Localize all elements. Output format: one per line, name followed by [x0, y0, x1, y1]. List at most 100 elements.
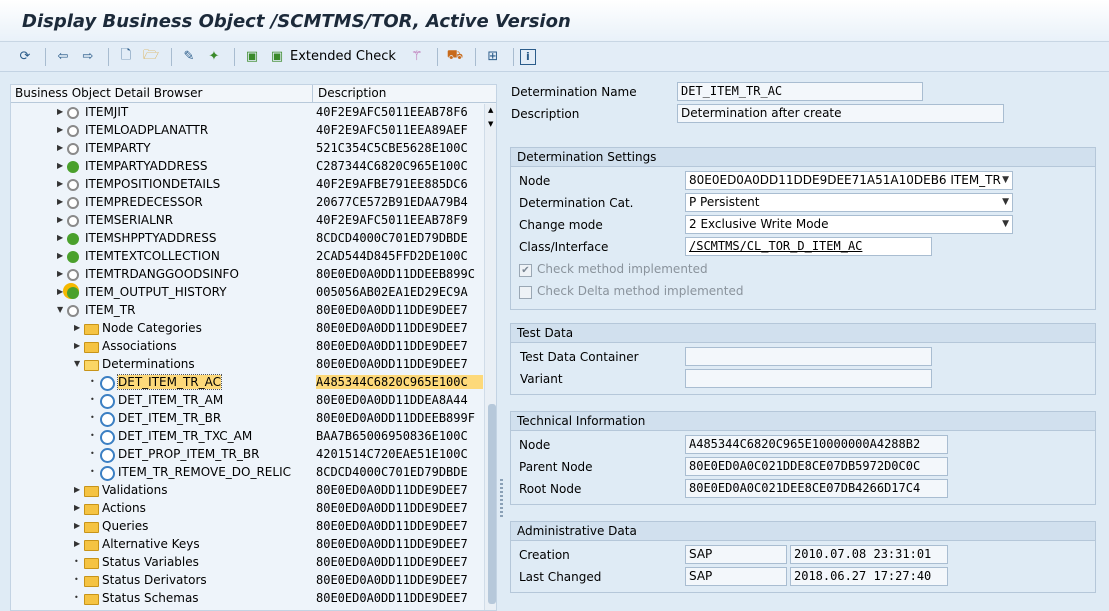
tree-row[interactable]: ▶ ITEMLOADPLANATTR 40F2E9AFC5011EEA89AEF	[11, 122, 483, 140]
check-delta-checkbox[interactable]	[519, 286, 532, 299]
tree-row[interactable]: • Status Variables 80E0ED0A0DD11DDE9DEE7	[11, 554, 483, 572]
determination-cat-dropdown[interactable]: P Persistent ▼	[685, 193, 1013, 212]
check-icon[interactable]: ▣	[241, 46, 263, 68]
tree-node-label[interactable]: DET_ITEM_TR_AM	[118, 393, 223, 407]
tree-row[interactable]: ▶ ITEMPARTY 521C354C5CBE5628E100C	[11, 140, 483, 158]
expand-icon[interactable]: ▶	[57, 269, 65, 279]
expand-icon[interactable]: ▶	[74, 485, 82, 495]
expand-icon[interactable]: ▶	[57, 143, 65, 153]
tree-node-label[interactable]: Actions	[102, 501, 146, 515]
creation-user-field[interactable]: SAP	[685, 545, 787, 564]
tree-scrollbar[interactable]: ▲ ▼	[484, 104, 496, 610]
tree-node-label[interactable]: ITEMPARTYADDRESS	[85, 159, 208, 173]
tree-node-label[interactable]: ITEM_OUTPUT_HISTORY	[85, 285, 227, 299]
hierarchy-icon[interactable]: ⊞	[482, 46, 504, 68]
tree-row[interactable]: • ITEM_TR_REMOVE_DO_RELIC 8CDCD4000C701ED7…	[11, 464, 483, 482]
tree-row[interactable]: • DET_ITEM_TR_AM 80E0ED0A0DD11DDEA8A44	[11, 392, 483, 410]
tree-row[interactable]: • Status Schemas 80E0ED0A0DD11DDE9DEE7	[11, 590, 483, 608]
expand-icon[interactable]: ▶	[57, 251, 65, 261]
collapse-icon[interactable]: ▼	[57, 305, 65, 315]
tree-row[interactable]: ▶ ITEM_OUTPUT_HISTORY 005056AB02EA1ED29EC9…	[11, 284, 483, 302]
expand-icon[interactable]: ▶	[74, 341, 82, 351]
tree-row[interactable]: ▶ Validations 80E0ED0A0DD11DDE9DEE7	[11, 482, 483, 500]
tree-node-label[interactable]: DET_ITEM_TR_AC	[116, 374, 223, 390]
tree-row[interactable]: ▼ ITEM_TR 80E0ED0A0DD11DDE9DEE7	[11, 302, 483, 320]
splitter-grip[interactable]	[500, 479, 503, 519]
tree-row[interactable]: ▶ ITEMTRDANGGOODSINFO 80E0ED0A0DD11DDEEB89…	[11, 266, 483, 284]
tree-node-label[interactable]: DET_ITEM_TR_TXC_AM	[118, 429, 252, 443]
extended-check-button[interactable]: Extended Check	[290, 49, 396, 64]
tree-row[interactable]: • DET_ITEM_TR_TXC_AM BAA7B65006950836E100C	[11, 428, 483, 446]
det-name-field[interactable]: DET_ITEM_TR_AC	[677, 82, 923, 101]
open-folder-icon[interactable]: 🗁	[140, 46, 162, 68]
tree-row[interactable]: ▶ Alternative Keys 80E0ED0A0DD11DDE9DEE7	[11, 536, 483, 554]
expand-icon[interactable]: ▶	[57, 233, 65, 243]
tree-node-label[interactable]: ITEMSERIALNR	[85, 213, 173, 227]
tree-node-label[interactable]: ITEM_TR	[85, 303, 135, 317]
dropdown-arrow-icon[interactable]: ▼	[1002, 194, 1009, 211]
tree-row[interactable]: ▶ ITEMSERIALNR 40F2E9AFC5011EEAB78F9	[11, 212, 483, 230]
expand-icon[interactable]: ▶	[57, 107, 65, 117]
creation-timestamp-field[interactable]: 2010.07.08 23:31:01	[790, 545, 948, 564]
node-dropdown[interactable]: 80E0ED0A0DD11DDE9DEE71A51A10DEB6 ITEM_TR…	[685, 171, 1013, 190]
tree-row[interactable]: ▼ Determinations 80E0ED0A0DD11DDE9DEE7	[11, 356, 483, 374]
tree-row[interactable]: ▶ ITEMPOSITIONDETAILS 40F2E9AFBE791EE885DC…	[11, 176, 483, 194]
tree-node-label[interactable]: Node Categories	[102, 321, 202, 335]
check-method-checkbox[interactable]: ✔	[519, 264, 532, 277]
expand-icon[interactable]: ▶	[57, 215, 65, 225]
tree-node-label[interactable]: ITEMPOSITIONDETAILS	[85, 177, 220, 191]
tree-node-label[interactable]: ITEMSHPPTYADDRESS	[85, 231, 217, 245]
info-icon[interactable]: i	[519, 48, 536, 65]
tree-node-label[interactable]: Status Schemas	[102, 591, 199, 605]
tree-row[interactable]: ▶ Queries 80E0ED0A0DD11DDE9DEE7	[11, 518, 483, 536]
pane-splitter[interactable]	[499, 84, 504, 611]
tree-row[interactable]: ▶ Associations 80E0ED0A0DD11DDE9DEE7	[11, 338, 483, 356]
transport-icon[interactable]: ⛟	[444, 46, 466, 68]
scroll-up-icon[interactable]: ▲	[488, 106, 493, 114]
tree-node-label[interactable]: DET_PROP_ITEM_TR_BR	[118, 447, 259, 461]
expand-icon[interactable]: ▶	[74, 323, 82, 333]
scrollbar-thumb[interactable]	[488, 404, 496, 604]
other-object-icon[interactable]: ⟳	[14, 46, 36, 68]
changed-timestamp-field[interactable]: 2018.06.27 17:27:40	[790, 567, 948, 586]
tree-node-label[interactable]: Status Derivators	[102, 573, 207, 587]
tree-row[interactable]: • DET_ITEM_TR_BR 80E0ED0A0DD11DDEEB899F	[11, 410, 483, 428]
expand-icon[interactable]: ▶	[57, 179, 65, 189]
tree-row[interactable]: ▶ ITEMTEXTCOLLECTION 2CAD544D845FFD2DE100C	[11, 248, 483, 266]
new-document-icon[interactable]: 🗋	[115, 46, 137, 68]
description-field[interactable]: Determination after create	[677, 104, 1004, 123]
tree-row[interactable]: ▶ ITEMSHPPTYADDRESS 8CDCD4000C701ED79DBDE	[11, 230, 483, 248]
expand-icon[interactable]: ▶	[57, 161, 65, 171]
tree-row[interactable]: • Status Derivators 80E0ED0A0DD11DDE9DEE7	[11, 572, 483, 590]
root-node-field[interactable]: 80E0ED0A0C021DEE8CE07DB4266D17C4	[685, 479, 948, 498]
tech-node-field[interactable]: A485344C6820C965E10000000A4288B2	[685, 435, 948, 454]
tree-column-header[interactable]: Business Object Detail Browser	[15, 86, 202, 100]
tree-node-label[interactable]: DET_ITEM_TR_BR	[118, 411, 221, 425]
extended-check-icon[interactable]: ▣	[266, 46, 288, 68]
tree-row[interactable]: ▶ ITEMPREDECESSOR 20677CE572B91EDAA79B4	[11, 194, 483, 212]
tree-node-label[interactable]: ITEMTEXTCOLLECTION	[85, 249, 220, 263]
expand-icon[interactable]: ▶	[74, 521, 82, 531]
tree-row[interactable]: • DET_PROP_ITEM_TR_BR 4201514C720EAE51E100…	[11, 446, 483, 464]
tree-node-label[interactable]: ITEMTRDANGGOODSINFO	[85, 267, 239, 281]
activate-icon[interactable]: ✦	[203, 46, 225, 68]
tree-node-label[interactable]: ITEM_TR_REMOVE_DO_RELIC	[118, 465, 291, 479]
tree-node-label[interactable]: Status Variables	[102, 555, 199, 569]
tree-node-label[interactable]: ITEMLOADPLANATTR	[85, 123, 208, 137]
description-column-header[interactable]: Description	[318, 86, 386, 100]
forward-arrow-icon[interactable]: ⇨	[77, 46, 99, 68]
parent-node-field[interactable]: 80E0ED0A0C021DDE8CE07DB5972D0C0C	[685, 457, 948, 476]
tree-row[interactable]: ▶ Node Categories 80E0ED0A0DD11DDE9DEE7	[11, 320, 483, 338]
changed-user-field[interactable]: SAP	[685, 567, 787, 586]
tree-node-label[interactable]: ITEMPARTY	[85, 141, 151, 155]
tree-node-label[interactable]: ITEMPREDECESSOR	[85, 195, 203, 209]
collapse-icon[interactable]: ▼	[74, 359, 82, 369]
scroll-down-icon[interactable]: ▼	[488, 120, 493, 128]
tree-node-label[interactable]: Alternative Keys	[102, 537, 200, 551]
dropdown-arrow-icon[interactable]: ▼	[1002, 216, 1009, 233]
expand-icon[interactable]: ▶	[57, 197, 65, 207]
tree-node-label[interactable]: Associations	[102, 339, 177, 353]
tree-node-label[interactable]: Validations	[102, 483, 168, 497]
wand-icon[interactable]: ⚚	[406, 46, 428, 68]
tree-node-label[interactable]: Determinations	[102, 357, 195, 371]
